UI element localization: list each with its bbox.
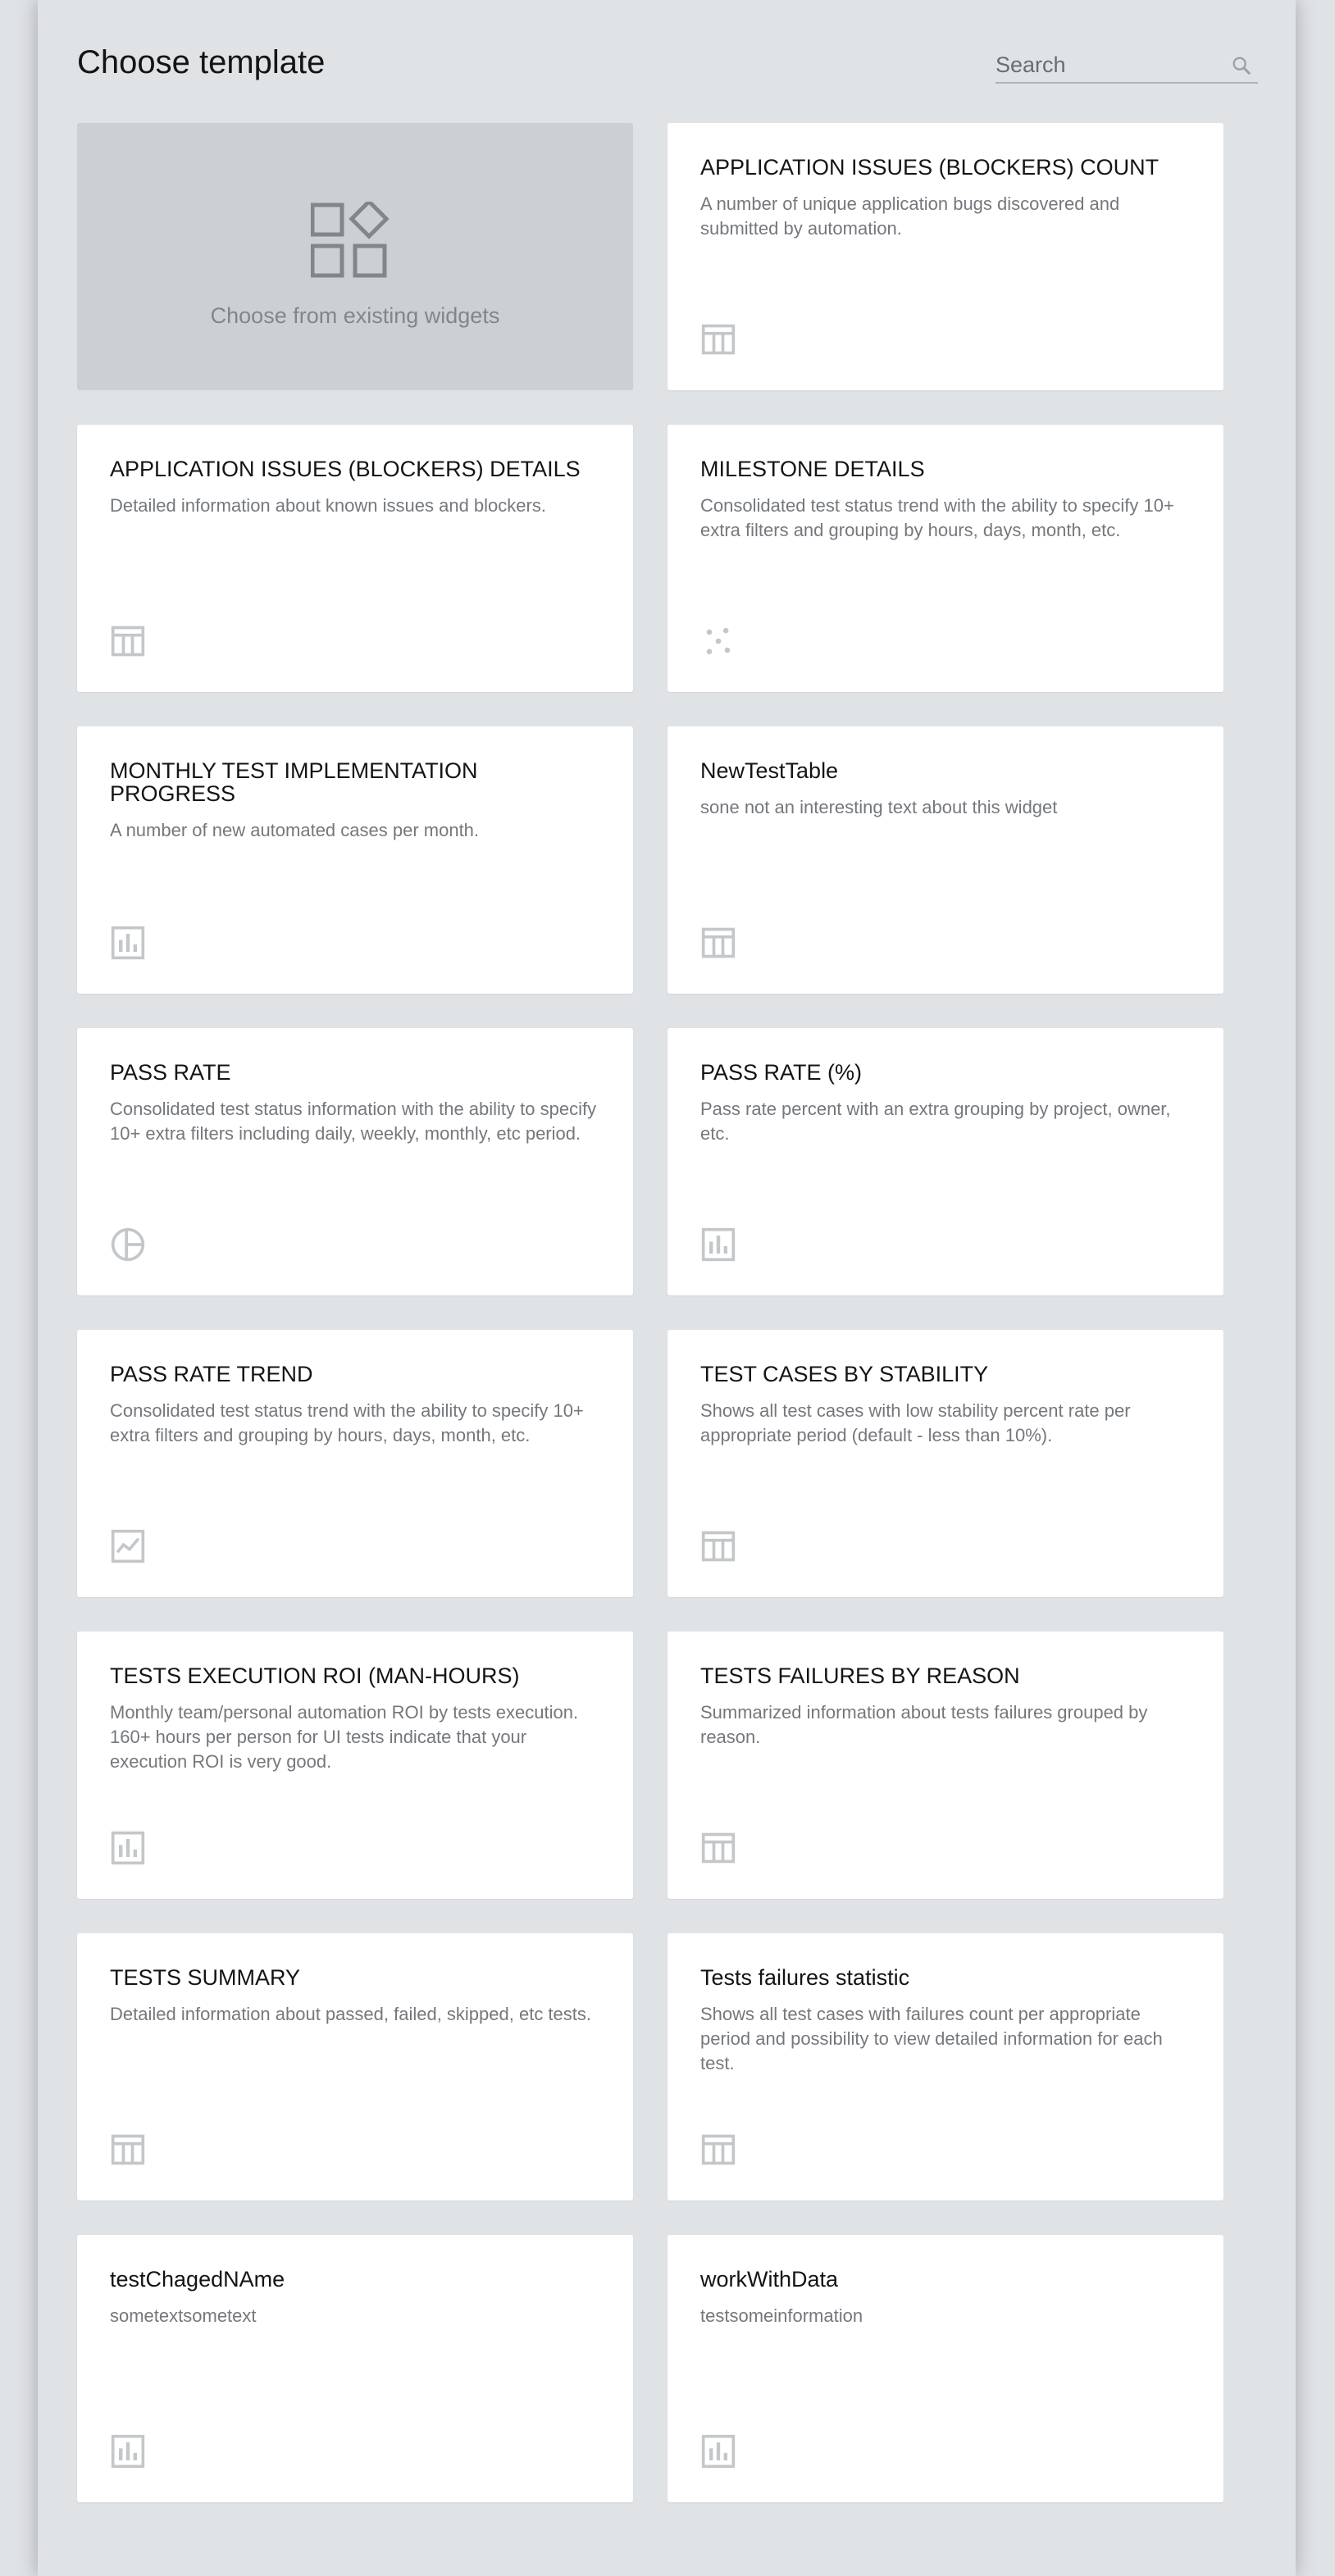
template-card[interactable]: workWithData testsomeinformation (668, 2235, 1223, 2502)
table-icon (110, 2132, 146, 2168)
template-card-title: MILESTONE DETAILS (700, 457, 925, 481)
template-card[interactable]: APPLICATION ISSUES (BLOCKERS) DETAILS Det… (77, 425, 633, 692)
template-card-description: Pass rate percent with an extra grouping… (700, 1099, 1171, 1144)
widgets-icon (311, 202, 390, 278)
template-card-title: PASS RATE (110, 1060, 231, 1085)
table-icon (700, 1528, 736, 1564)
bar-chart-icon (700, 1227, 736, 1263)
table-icon (110, 623, 146, 659)
template-card-description: Shows all test cases with failures count… (700, 2004, 1163, 2073)
bar-chart-icon (110, 1830, 146, 1866)
dialog-header: Choose template (77, 41, 1258, 90)
template-card-description: sometextsometext (110, 2305, 257, 2326)
table-icon (700, 925, 736, 961)
template-card-body: APPLICATION ISSUES (BLOCKERS) DETAILS Det… (110, 457, 600, 518)
template-card[interactable]: MILESTONE DETAILS Consolidated test statu… (668, 425, 1223, 692)
template-card-description: Monthly team/personal automation ROI by … (110, 1702, 579, 1772)
choose-template-dialog: Choose template Choose from existing wid… (38, 0, 1296, 2576)
template-card[interactable]: APPLICATION ISSUES (BLOCKERS) COUNT A num… (668, 123, 1223, 390)
template-card[interactable]: TESTS FAILURES BY REASON Summarized infor… (668, 1632, 1223, 1899)
bar-chart-icon (700, 2433, 736, 2469)
template-card[interactable]: TEST CASES BY STABILITY Shows all test ca… (668, 1330, 1223, 1597)
template-card-description: testsomeinformation (700, 2305, 863, 2326)
template-grid: Choose from existing widgets APPLICATION… (77, 123, 1223, 2502)
template-card-title: TESTS FAILURES BY REASON (700, 1663, 1020, 1688)
template-card-title: Tests failures statistic (700, 1965, 910, 1990)
template-card-description: Consolidated test status information wit… (110, 1099, 597, 1144)
template-card-description: Consolidated test status trend with the … (110, 1400, 584, 1445)
template-card-title: workWithData (700, 2267, 839, 2292)
template-card-description: A number of new automated cases per mont… (110, 820, 480, 840)
template-card-title: PASS RATE TREND (110, 1362, 313, 1386)
template-card-title: NewTestTable (700, 758, 839, 783)
template-card-body: Tests failures statistic Shows all test c… (700, 1966, 1191, 2076)
dialog-title: Choose template (77, 44, 326, 80)
template-card-description: A number of unique application bugs disc… (700, 193, 1120, 239)
template-card-body: MILESTONE DETAILS Consolidated test statu… (700, 457, 1191, 543)
search-box (996, 49, 1258, 84)
template-card-title: testChagedNAme (110, 2267, 285, 2292)
template-card-description: Shows all test cases with low stability … (700, 1400, 1131, 1445)
template-card-body: workWithData testsomeinformation (700, 2268, 1191, 2328)
bar-chart-icon (110, 925, 146, 961)
template-card-title: APPLICATION ISSUES (BLOCKERS) COUNT (700, 155, 1160, 180)
template-card[interactable]: PASS RATE Consolidated test status inform… (77, 1028, 633, 1295)
template-card-body: testChagedNAme sometextsometext (110, 2268, 600, 2328)
choose-existing-label: Choose from existing widgets (210, 303, 500, 328)
template-card-title: APPLICATION ISSUES (BLOCKERS) DETAILS (110, 457, 581, 481)
template-card[interactable]: MONTHLY TEST IMPLEMENTATION PROGRESS A nu… (77, 726, 633, 994)
template-card-description: Detailed information about passed, faile… (110, 2004, 592, 2024)
template-card-title: TEST CASES BY STABILITY (700, 1362, 989, 1386)
template-card[interactable]: TESTS EXECUTION ROI (MAN-HOURS) Monthly t… (77, 1632, 633, 1899)
template-card[interactable]: PASS RATE TREND Consolidated test status … (77, 1330, 633, 1597)
template-card-body: TESTS SUMMARY Detailed information about … (110, 1966, 600, 2027)
template-card-title: TESTS SUMMARY (110, 1965, 301, 1990)
template-card[interactable]: PASS RATE (%) Pass rate percent with an e… (668, 1028, 1223, 1295)
bar-chart-icon (110, 2433, 146, 2469)
template-card-body: PASS RATE (%) Pass rate percent with an e… (700, 1061, 1191, 1146)
template-card[interactable]: NewTestTable sone not an interesting text… (668, 726, 1223, 994)
search-input[interactable] (996, 49, 1217, 80)
choose-existing-widgets-card[interactable]: Choose from existing widgets (77, 123, 633, 390)
template-card-title: PASS RATE (%) (700, 1060, 863, 1085)
template-card-title: MONTHLY TEST IMPLEMENTATION PROGRESS (110, 758, 478, 806)
table-icon (700, 2132, 736, 2168)
template-card[interactable]: Tests failures statistic Shows all test c… (668, 1933, 1223, 2201)
table-icon (700, 321, 736, 357)
template-card-description: sone not an interesting text about this … (700, 797, 1058, 817)
scatter-icon (700, 623, 736, 659)
template-card-body: APPLICATION ISSUES (BLOCKERS) COUNT A num… (700, 156, 1191, 241)
template-card-title: TESTS EXECUTION ROI (MAN-HOURS) (110, 1663, 520, 1688)
table-icon (700, 1830, 736, 1866)
template-card-body: PASS RATE Consolidated test status inform… (110, 1061, 600, 1146)
template-card-body: TESTS EXECUTION ROI (MAN-HOURS) Monthly t… (110, 1664, 600, 1774)
template-card-description: Detailed information about known issues … (110, 495, 546, 516)
search-icon[interactable] (1230, 54, 1253, 77)
template-card-body: MONTHLY TEST IMPLEMENTATION PROGRESS A nu… (110, 759, 600, 843)
template-card[interactable]: TESTS SUMMARY Detailed information about … (77, 1933, 633, 2201)
template-card-description: Summarized information about tests failu… (700, 1702, 1148, 1747)
template-card-body: PASS RATE TREND Consolidated test status … (110, 1363, 600, 1448)
template-card-body: TESTS FAILURES BY REASON Summarized infor… (700, 1664, 1191, 1750)
template-card-description: Consolidated test status trend with the … (700, 495, 1174, 540)
pie-chart-icon (110, 1227, 146, 1263)
template-card-body: NewTestTable sone not an interesting text… (700, 759, 1191, 820)
line-chart-icon (110, 1528, 146, 1564)
template-card[interactable]: testChagedNAme sometextsometext (77, 2235, 633, 2502)
template-card-body: TEST CASES BY STABILITY Shows all test ca… (700, 1363, 1191, 1448)
